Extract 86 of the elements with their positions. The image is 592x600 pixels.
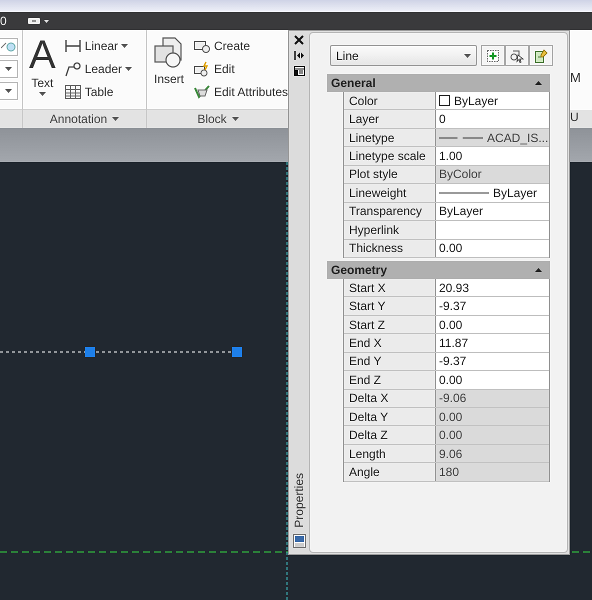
property-label: Lineweight xyxy=(344,184,436,202)
property-label: Transparency xyxy=(344,202,436,220)
color-swatch-icon xyxy=(439,95,450,106)
workspace-button[interactable] xyxy=(26,17,49,25)
section-header[interactable]: General xyxy=(327,74,550,92)
tool-button[interactable]: M xyxy=(570,70,581,84)
caret-icon xyxy=(5,89,12,93)
toggle-pickadd-button[interactable] xyxy=(481,45,505,66)
menu-icon[interactable] xyxy=(294,66,304,76)
property-value[interactable]: 11.87 xyxy=(436,334,549,352)
edit-block-icon xyxy=(193,61,211,77)
cursor-icon xyxy=(509,48,525,64)
property-label: Layer xyxy=(344,110,436,128)
property-value[interactable]: 20.93 xyxy=(436,278,549,296)
property-value[interactable]: ByLayer xyxy=(436,202,549,220)
property-value: 0.00 xyxy=(436,408,549,426)
property-value[interactable]: 0.00 xyxy=(436,371,549,389)
layer-button[interactable] xyxy=(0,38,18,56)
caret-icon xyxy=(44,20,49,22)
tool-button[interactable]: Edit xyxy=(193,59,288,79)
palette-title: Properties xyxy=(292,473,306,528)
property-label: Delta X xyxy=(344,390,436,407)
toolbar-label: 0 xyxy=(0,14,7,28)
selected-line-drawing[interactable] xyxy=(0,347,242,357)
auto-hide-icon[interactable] xyxy=(294,51,304,60)
property-value[interactable]: 0.00 xyxy=(436,240,549,257)
property-value[interactable]: -9.37 xyxy=(436,352,549,370)
property-value: 9.06 xyxy=(436,444,549,462)
leader-icon xyxy=(64,61,82,77)
tool-button[interactable]: Insert xyxy=(153,36,185,109)
dimension-icon xyxy=(64,38,82,54)
create-block-icon xyxy=(193,38,211,54)
layer-state-icon xyxy=(1,40,16,54)
property-value: -9.06 xyxy=(436,390,549,407)
tool-button[interactable]: Create xyxy=(193,36,288,56)
tool-button[interactable]: A Text xyxy=(29,36,56,109)
dropdown-field[interactable] xyxy=(0,82,18,100)
property-value[interactable]: 0 xyxy=(436,110,549,128)
property-value[interactable]: ByLayer xyxy=(436,184,549,202)
caret-icon xyxy=(5,67,12,71)
add-selection-icon xyxy=(485,48,501,64)
property-value[interactable]: -9.37 xyxy=(436,297,549,315)
property-label: Delta Z xyxy=(344,426,436,444)
edit-attributes-icon xyxy=(193,84,211,100)
property-label: Length xyxy=(344,444,436,462)
property-label: Hyperlink xyxy=(344,221,436,238)
lineweight-sample-icon xyxy=(439,190,489,195)
property-value: 0.00 xyxy=(436,426,549,444)
section-header[interactable]: Geometry xyxy=(327,260,550,279)
property-label: Start X xyxy=(344,278,436,296)
property-label: Linetype scale xyxy=(344,147,436,165)
tool-button[interactable]: Edit Attributes xyxy=(193,82,288,102)
text-icon: A xyxy=(29,36,56,74)
property-label: Angle xyxy=(344,463,436,481)
property-value[interactable]: 0.00 xyxy=(436,316,549,334)
property-label: End X xyxy=(344,334,436,352)
dropdown-field[interactable] xyxy=(0,60,18,78)
tool-button[interactable]: Linear xyxy=(64,36,132,56)
property-value[interactable]: ByLayer xyxy=(436,92,549,110)
property-label: End Y xyxy=(344,352,436,370)
property-label: Color xyxy=(344,92,436,110)
close-icon[interactable] xyxy=(294,35,304,45)
select-objects-button[interactable] xyxy=(505,45,529,66)
table-icon xyxy=(64,84,82,100)
tool-button[interactable]: Leader xyxy=(64,59,132,79)
property-label: Linetype xyxy=(344,128,436,146)
panel-title[interactable]: Annotation xyxy=(23,109,146,128)
property-label: Plot style xyxy=(344,166,436,184)
property-label: Delta Y xyxy=(344,408,436,426)
pencil-icon xyxy=(533,48,549,64)
panel-title[interactable]: Block xyxy=(147,109,289,128)
linetype-sample-icon xyxy=(439,136,483,140)
property-label: Start Z xyxy=(344,316,436,334)
property-label: End Z xyxy=(344,371,436,389)
property-label: Start Y xyxy=(344,297,436,315)
tool-button[interactable]: Table xyxy=(64,82,132,102)
property-label: Thickness xyxy=(344,240,436,257)
quick-select-button[interactable] xyxy=(529,45,553,66)
property-value[interactable]: 1.00 xyxy=(436,147,549,165)
workspace-icon xyxy=(26,17,41,25)
property-value: ACAD_IS... xyxy=(436,128,549,146)
palette-icon[interactable] xyxy=(292,534,306,548)
property-value: ByColor xyxy=(436,166,549,184)
caret-icon xyxy=(464,54,471,58)
property-value: 180 xyxy=(436,463,549,481)
object-type-dropdown[interactable]: Line xyxy=(330,45,477,66)
